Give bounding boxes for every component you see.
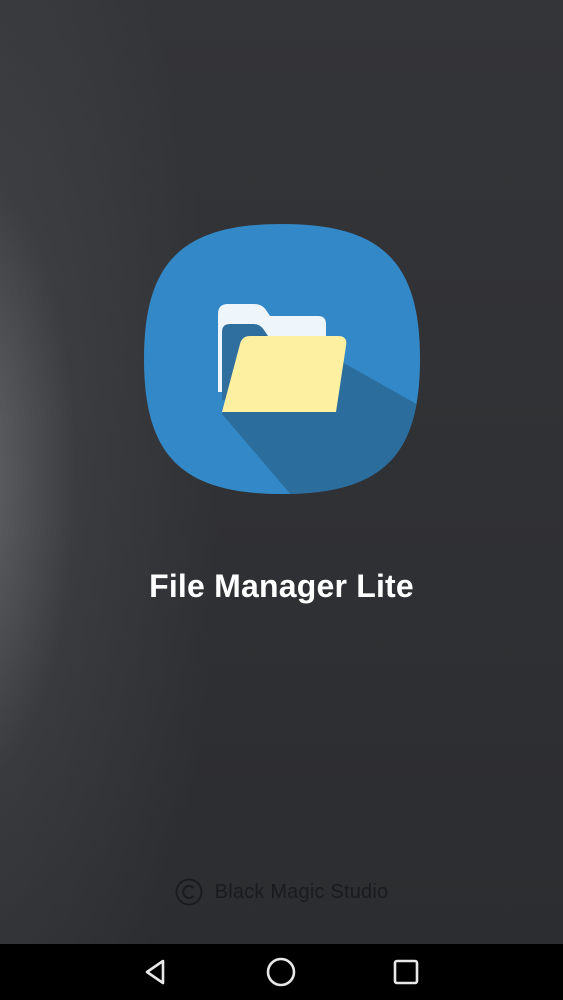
home-circle-icon [266, 957, 296, 987]
folder-open-icon [144, 224, 420, 494]
app-title: File Manager Lite [149, 568, 414, 604]
navigation-bar [0, 944, 563, 1000]
home-button[interactable] [241, 944, 321, 1000]
copyright-line: Black Magic Studio [0, 878, 563, 906]
copyright-icon [175, 878, 203, 906]
recents-button[interactable] [366, 944, 446, 1000]
splash-screen: File Manager Lite Black Magic Studio [0, 0, 563, 944]
recents-square-icon [393, 959, 419, 985]
copyright-text: Black Magic Studio [214, 880, 389, 903]
back-triangle-icon [145, 959, 165, 985]
back-button[interactable] [116, 944, 196, 1000]
